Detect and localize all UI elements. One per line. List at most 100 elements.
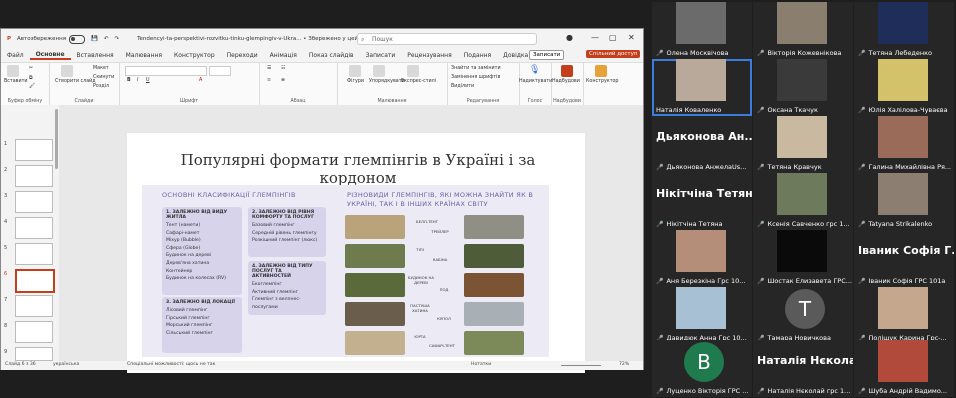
accessibility-status[interactable]: Спеціальні можливості: щось не так [127,362,215,367]
slide-content-panel: ОСНОВНІ КЛАСИФІКАЦІЇ ГЛЕМПІНГІВ РІЗНОВИД… [142,185,549,357]
thumb-number: 6 [4,271,8,277]
save-icon[interactable]: 💾 [91,36,98,42]
photo-label: ТІПІ [416,247,424,252]
numbering-icon[interactable]: ☷ [281,66,285,71]
tab-view[interactable]: Подання [458,52,497,59]
participant-video [777,173,827,215]
find-button[interactable]: Знайти та замінити [451,66,501,71]
participant-tile[interactable]: 🎤 Tatyana Strikalenko [854,173,954,230]
slide-thumbnail[interactable] [15,321,53,343]
participant-tile[interactable]: Нікітчіна Тетяна 🎤 Нікітчіна Тетяна [652,173,752,230]
microphone-icon[interactable]: 🎙 [529,65,540,75]
align-center-icon[interactable]: ≣ [281,78,285,83]
zoom-slider[interactable] [561,365,601,366]
quick-styles-button[interactable] [407,65,419,79]
search-input[interactable]: ⌕ Пошук [357,33,537,45]
redo-icon[interactable]: ↷ [115,36,120,42]
participant-tile[interactable]: 🎤 Тетяна Кравчук [753,116,853,173]
participant-avatar: Т [785,289,825,329]
notes-button[interactable]: Нотатки [471,362,491,367]
format-painter-icon[interactable]: 🖌 [29,84,35,89]
arrange-button[interactable] [373,65,385,79]
participant-tile[interactable]: 🎤 Вікторія Кожевнікова [753,2,853,59]
participant-tile[interactable]: 🎤 Шуба Андрій Вадимо... [854,340,954,397]
record-button[interactable]: Записати [529,50,565,60]
tab-transitions[interactable]: Переходи [221,52,264,59]
slide-thumbnail[interactable] [15,243,53,265]
new-slide-button[interactable] [61,65,73,79]
participant-tile[interactable]: 🎤 Оксана Ткачук [753,59,853,116]
undo-icon[interactable]: ↶ [104,36,109,42]
tab-slideshow[interactable]: Показ слайдів [303,52,360,59]
participant-tile[interactable]: 🎤 Галина Михайлівна Ря... [854,116,954,173]
select-button[interactable]: Виділити [451,84,474,89]
powerpoint-logo-icon: P [7,36,12,42]
maximize-icon[interactable]: ▢ [609,33,617,42]
layout-button[interactable]: Макет [93,66,109,71]
participant-tile[interactable]: 🎤 Шостак Елизавета ГРС... [753,230,853,287]
tab-file[interactable]: Файл [1,52,30,59]
slide-thumbnail[interactable] [15,347,53,361]
participant-tile[interactable]: 🎤 Давидюк Анна Грс 10... [652,287,752,344]
autosave-toggle[interactable] [69,34,86,44]
thumbnails-scrollbar[interactable] [55,109,58,169]
italic-icon[interactable]: I [137,78,138,83]
reset-button[interactable]: Скинути [93,75,114,80]
font-name-select[interactable] [125,66,207,76]
shapes-button[interactable] [349,65,361,79]
slide-thumbnail[interactable] [15,191,53,213]
paste-button[interactable] [7,65,19,79]
participant-tile[interactable]: Іваник Софія Г... 🎤 Іваник Софія ГРС 101а [854,230,954,287]
mic-muted-icon: 🎤 [858,278,866,285]
participant-tile[interactable]: 🎤 Ксенія Савченко грс 1... [753,173,853,230]
bullets-icon[interactable]: ☰ [267,66,271,71]
participant-tile[interactable]: Т 🎤 Тамара Новичкова [753,287,853,344]
minimize-icon[interactable]: — [591,33,599,42]
close-icon[interactable]: ✕ [628,33,635,42]
slide-thumbnail[interactable] [15,217,53,239]
tab-home[interactable]: Основне [29,51,71,60]
participant-tile[interactable]: 🎤 Олена Москвічова [652,2,752,59]
font-size-select[interactable] [209,66,231,76]
slide-thumbnail[interactable] [15,165,53,187]
underline-icon[interactable]: U [146,78,150,83]
participant-display-name: Нікітчіна Тетяна [656,187,752,200]
slide-thumbnail-selected[interactable] [15,269,55,293]
ribbon-group-voice: 🎙 Надиктувати Голос [519,63,552,105]
avatar[interactable]: ● [566,33,573,42]
participant-tile[interactable]: 🎤 Тетяна Лебеденко [854,2,954,59]
tab-draw[interactable]: Малювання [120,52,168,59]
participant-tile[interactable]: В 🎤 Луценко Вікторія ГРС ... [652,340,752,397]
font-color-icon[interactable]: A [199,78,202,83]
participant-tile-active-speaker[interactable]: Наталія Коваленко [652,59,752,116]
replace-fonts-button[interactable]: Замінення шрифтів [451,75,500,80]
addins-button[interactable] [561,65,573,79]
tab-record[interactable]: Записати [360,52,402,59]
card-title: 3. ЗАЛЕЖНО ВІД ЛОКАЦІЇ [166,300,235,305]
designer-button[interactable] [595,65,607,79]
participant-tile[interactable]: Наталія Нєкола... 🎤Наталія Нєколай грс 1… [753,340,853,397]
language-indicator[interactable]: українська [53,362,79,367]
bold-icon[interactable]: B [127,78,131,83]
participant-tile[interactable]: Дьяконова Ан... 🎤 Дьяконова АнжелаUs... [652,116,752,173]
thumb-number: 8 [4,323,8,329]
tab-review[interactable]: Рецензування [401,52,457,59]
tab-design[interactable]: Конструктор [168,52,221,59]
slide-thumbnail[interactable] [15,139,53,161]
zoom-level[interactable]: 72% [619,362,629,367]
align-left-icon[interactable]: ≡ [267,78,271,83]
participant-tile[interactable]: 🎤 Поліщук Карина Грс-... [854,287,954,344]
tab-animations[interactable]: Анімація [264,52,303,59]
slide-thumbnail[interactable] [15,295,53,317]
participant-tile[interactable]: 🎤 Юлія Халілова-Чуваєва [854,59,954,116]
copy-icon[interactable]: ⧉ [29,75,32,81]
mic-muted-icon: 🎤 [656,221,664,228]
tab-insert[interactable]: Вставлення [71,52,120,59]
share-button[interactable]: Спільний доступ [586,50,641,58]
slide-counter: Слайд 6 з 36 [5,362,36,367]
cut-icon[interactable]: ✂ [29,66,33,71]
section-button[interactable]: Розділ [93,84,109,89]
thumb-number: 1 [4,141,8,147]
participant-tile[interactable]: 🎤 Аня Березкіна Грс 10... [652,230,752,287]
current-slide[interactable]: Популярні формати глемпінгів в Україні і… [127,133,585,373]
